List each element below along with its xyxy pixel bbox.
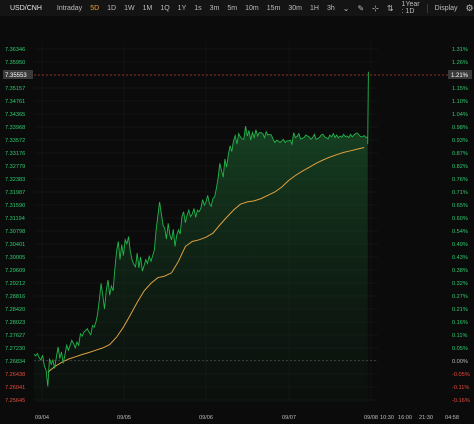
pct-tick-label: 0.60% — [452, 216, 468, 222]
compare-icon[interactable]: ⇅ — [383, 4, 398, 13]
tf-30m[interactable]: 30m — [284, 5, 306, 12]
toolbar-divider — [427, 3, 428, 13]
tf-1h[interactable]: 1H — [306, 5, 323, 12]
pct-tick-label: 0.11% — [452, 333, 467, 339]
pct-tick-label: 0.82% — [452, 164, 468, 170]
y-tick-label: 7.28023 — [5, 320, 25, 326]
tf-5d[interactable]: 5D — [86, 5, 103, 12]
pct-tick-label: 0.71% — [452, 190, 468, 196]
y-tick-label: 7.33176 — [5, 151, 25, 157]
pct-tick-label: 0.27% — [452, 294, 468, 300]
display-button[interactable]: Display — [431, 5, 462, 12]
gear-icon[interactable]: ⚙ — [462, 3, 474, 14]
x-tick-label: 04:58 — [445, 415, 459, 421]
pct-tick-label: -0.05% — [452, 372, 470, 378]
pct-tick-label: 0.00% — [452, 359, 468, 365]
pct-tick-label: 0.05% — [452, 346, 468, 352]
pct-axis-labels: 1.31% 1.26% 1.21% 1.15% 1.10% 1.04% 0.98% 0.93%… — [452, 47, 470, 404]
y-tick-label: 7.30005 — [5, 255, 25, 261]
pct-tick-label: 1.31% — [452, 47, 468, 53]
y-tick-label: 7.30798 — [5, 229, 25, 235]
y-tick-label: 7.32383 — [5, 177, 25, 183]
y-tick-label: 7.26834 — [5, 359, 25, 365]
tf-1y[interactable]: 1Y — [174, 5, 191, 12]
x-tick-label: 09/06 — [199, 415, 213, 421]
y-tick-label: 7.29212 — [5, 281, 25, 287]
tf-1m[interactable]: 1M — [139, 5, 157, 12]
pct-tick-label: 0.32% — [452, 281, 468, 287]
y-axis-labels: 7.36346 7.35950 7.35553 7.35157 7.34761 7.343… — [5, 47, 25, 404]
pct-tick-label: 1.04% — [452, 112, 468, 118]
chevron-down-icon[interactable]: ⌄ — [339, 4, 354, 13]
chart-toolbar: USD/CNH Intraday 5D 1D 1W 1M 1Q 1Y 1s 3m… — [0, 0, 474, 16]
pct-tick-label: 0.49% — [452, 242, 468, 248]
tf-3m[interactable]: 3m — [206, 5, 224, 12]
pct-tick-label: 1.15% — [452, 86, 468, 92]
y-tick-label: 7.34761 — [5, 99, 25, 105]
x-tick-label: 09/08 — [364, 415, 378, 421]
pct-tick-label: 0.21% — [452, 307, 468, 313]
y-tick-label: 7.31987 — [5, 190, 25, 196]
y-tick-label: 7.28816 — [5, 294, 25, 300]
y-tick-label: 7.36346 — [5, 47, 25, 53]
y-tick-label: 7.28420 — [5, 307, 25, 313]
tf-intraday[interactable]: Intraday — [53, 5, 86, 12]
tf-1s[interactable]: 1s — [190, 5, 205, 12]
x-tick-label: 09/07 — [282, 415, 296, 421]
pct-tick-label: 0.16% — [452, 320, 468, 326]
y-tick-label: 7.32779 — [5, 164, 25, 170]
price-area-fill — [34, 126, 368, 402]
range-selector[interactable]: 1Year : 1D — [398, 1, 424, 15]
tf-3h[interactable]: 3h — [323, 5, 339, 12]
tf-15m[interactable]: 15m — [263, 5, 285, 12]
pct-tick-label: 0.65% — [452, 203, 468, 209]
tf-5m[interactable]: 5m — [223, 5, 241, 12]
pct-tick-label: -0.16% — [452, 398, 470, 404]
pct-tick-label: 0.38% — [452, 268, 468, 274]
x-tick-label: 16:00 — [398, 415, 412, 421]
pct-tick-label: 1.10% — [452, 99, 468, 105]
y-tick-label: 7.33968 — [5, 125, 25, 131]
tf-1w[interactable]: 1W — [120, 5, 139, 12]
y-tick-label: 7.25645 — [5, 398, 25, 404]
pct-tick-label: 0.43% — [452, 255, 468, 261]
y-tick-label: 7.27230 — [5, 346, 25, 352]
symbol-label[interactable]: USD/CNH — [0, 5, 47, 12]
y-tick-label: 7.35950 — [5, 60, 25, 66]
x-tick-label: 10:30 — [380, 415, 394, 421]
y-tick-label: 7.27627 — [5, 333, 25, 339]
price-chart[interactable]: 7.36346 7.35950 7.35553 7.35157 7.34761 7.343… — [0, 16, 474, 424]
y-tick-label: 7.35157 — [5, 86, 25, 92]
y-tick-label: 7.34365 — [5, 112, 25, 118]
y-tick-label: 7.31194 — [5, 216, 25, 222]
last-price-tag-text: 7.35553 — [5, 73, 27, 79]
crosshair-icon[interactable]: ⊹ — [368, 4, 383, 13]
pct-tick-label: 0.87% — [452, 151, 468, 157]
pct-tick-label: 0.98% — [452, 125, 468, 131]
tf-10m[interactable]: 10m — [241, 5, 263, 12]
y-tick-label: 7.26438 — [5, 372, 25, 378]
y-tick-label: 7.31590 — [5, 203, 25, 209]
y-tick-label: 7.33572 — [5, 138, 25, 144]
x-tick-label: 09/05 — [117, 415, 131, 421]
tf-1d[interactable]: 1D — [103, 5, 120, 12]
y-tick-label: 7.30401 — [5, 242, 25, 248]
pct-tick-label: 0.54% — [452, 229, 468, 235]
x-axis-labels: 09/04 09/05 09/06 09/07 09/08 10:30 16:00 21:30… — [35, 415, 459, 421]
pct-tick-label: -0.11% — [452, 385, 469, 391]
pct-tick-label: 0.93% — [452, 138, 468, 144]
x-tick-label: 09/04 — [35, 415, 49, 421]
y-tick-label: 7.26041 — [5, 385, 25, 391]
pct-tick-label: 1.26% — [452, 60, 468, 66]
y-tick-label: 7.29609 — [5, 268, 25, 274]
x-tick-label: 21:30 — [419, 415, 433, 421]
tf-1q[interactable]: 1Q — [156, 5, 173, 12]
price-spike-line — [367, 71, 369, 145]
last-pct-tag-text: 1.21% — [451, 73, 469, 79]
pct-tick-label: 0.76% — [452, 177, 468, 183]
draw-tool-icon[interactable]: ✎ — [353, 4, 368, 13]
toolbar-right: 1Year : 1D Display ⚙ — [398, 1, 474, 15]
